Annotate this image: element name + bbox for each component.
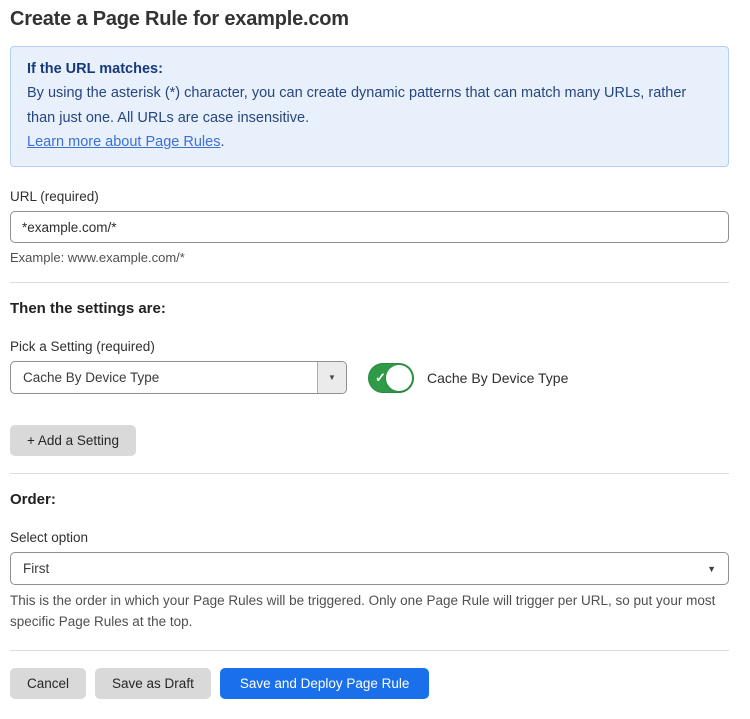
cache-by-device-type-toggle[interactable]: ✓ <box>368 363 414 393</box>
info-box-link-line: Learn more about Page Rules. <box>27 130 712 154</box>
learn-more-link[interactable]: Learn more about Page Rules <box>27 134 220 150</box>
divider <box>10 473 729 474</box>
link-period: . <box>220 134 224 150</box>
settings-section-heading: Then the settings are: <box>10 300 729 317</box>
chevron-down-icon: ▼ <box>328 373 336 382</box>
info-box-heading: If the URL matches: <box>27 57 712 81</box>
check-icon: ✓ <box>375 371 386 384</box>
order-select[interactable]: First ▼ <box>10 552 729 585</box>
save-and-deploy-button[interactable]: Save and Deploy Page Rule <box>220 668 430 699</box>
info-box-body: By using the asterisk (*) character, you… <box>27 81 712 130</box>
url-field-label: URL (required) <box>10 189 729 204</box>
order-section-heading: Order: <box>10 491 729 508</box>
url-match-info-box: If the URL matches: By using the asteris… <box>10 46 729 167</box>
setting-row: Cache By Device Type ▼ ✓ Cache By Device… <box>10 361 729 394</box>
setting-picker-label: Pick a Setting (required) <box>10 339 729 354</box>
setting-select-value: Cache By Device Type <box>11 362 317 393</box>
toggle-knob <box>386 365 412 391</box>
setting-select[interactable]: Cache By Device Type ▼ <box>10 361 347 394</box>
toggle-label: Cache By Device Type <box>427 370 568 386</box>
chevron-down-icon: ▼ <box>707 564 716 574</box>
cancel-button[interactable]: Cancel <box>10 668 86 699</box>
save-as-draft-button[interactable]: Save as Draft <box>95 668 211 699</box>
setting-select-arrow-button[interactable]: ▼ <box>317 362 346 393</box>
footer-button-row: Cancel Save as Draft Save and Deploy Pag… <box>10 668 729 699</box>
order-select-value: First <box>23 561 707 576</box>
page-title: Create a Page Rule for example.com <box>10 8 729 31</box>
divider <box>10 282 729 283</box>
order-select-label: Select option <box>10 530 729 545</box>
add-setting-button[interactable]: + Add a Setting <box>10 425 136 456</box>
url-example-helper: Example: www.example.com/* <box>10 250 729 265</box>
divider <box>10 650 729 651</box>
create-page-rule-form: Create a Page Rule for example.com If th… <box>0 0 750 719</box>
order-helper-text: This is the order in which your Page Rul… <box>10 591 729 633</box>
url-input[interactable] <box>10 211 729 243</box>
